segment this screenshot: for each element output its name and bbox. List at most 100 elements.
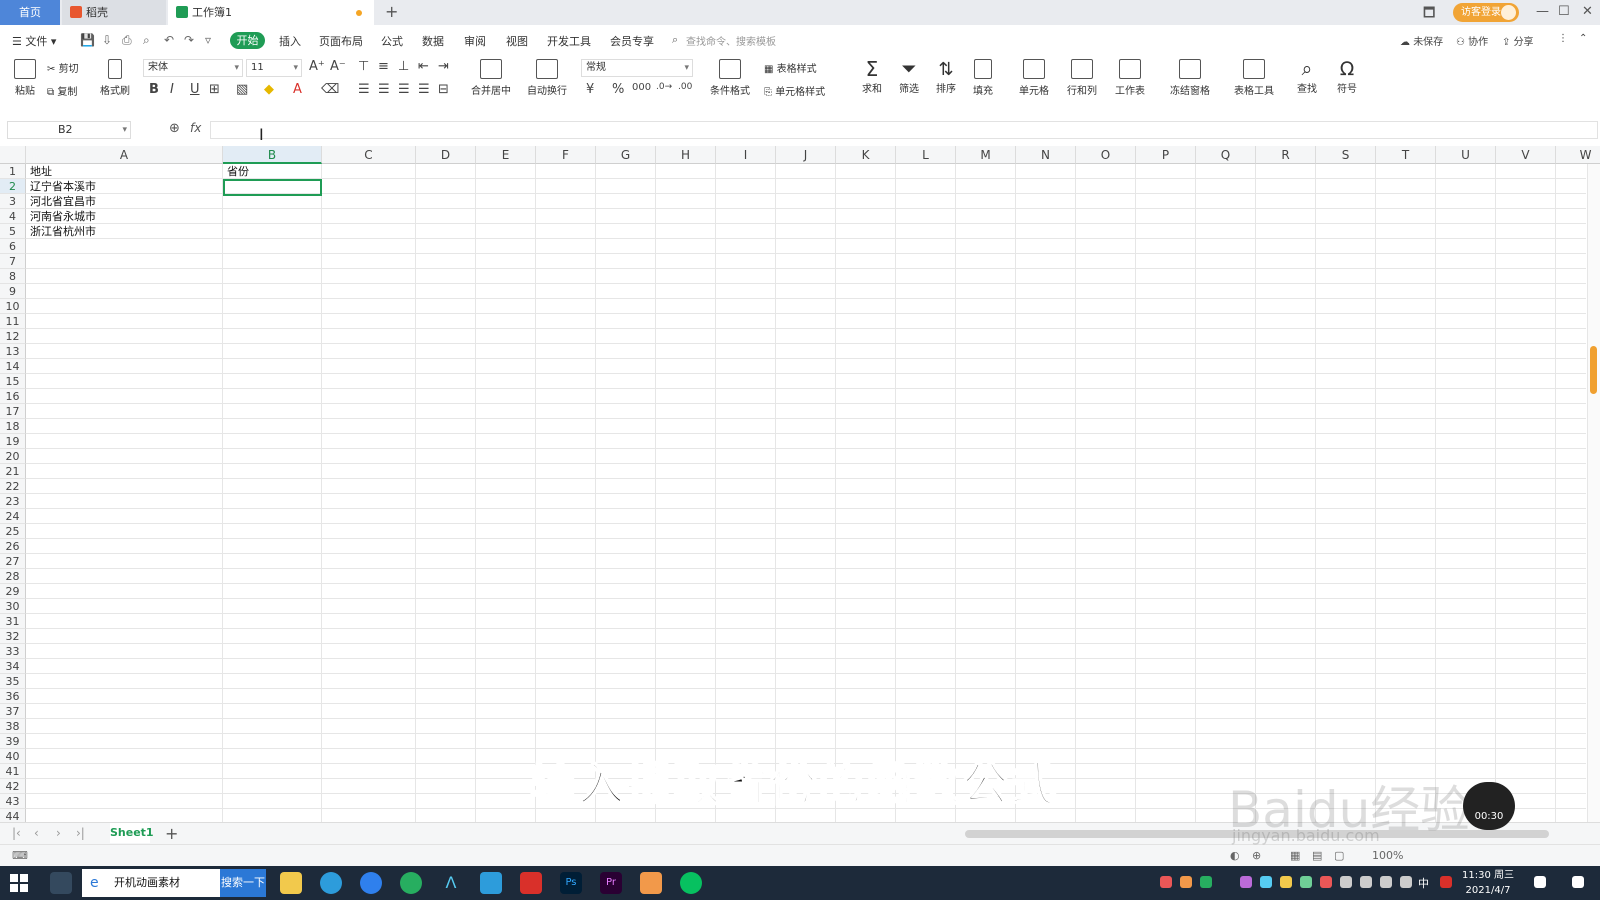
- row-col-button[interactable]: 行和列: [1062, 59, 1102, 97]
- row-header-20[interactable]: 20: [0, 449, 26, 464]
- row-header-33[interactable]: 33: [0, 644, 26, 659]
- normal-view-icon[interactable]: ▦: [1290, 849, 1300, 862]
- column-header-f[interactable]: F: [536, 146, 596, 164]
- row-header-32[interactable]: 32: [0, 629, 26, 644]
- notes-app-icon[interactable]: [640, 872, 662, 894]
- taskbar-search-input[interactable]: 开机动画素材: [82, 869, 220, 897]
- menu-view[interactable]: 视图: [506, 33, 528, 49]
- row-header-8[interactable]: 8: [0, 269, 26, 284]
- name-box[interactable]: B2: [7, 121, 131, 139]
- more-icon[interactable]: ⋮: [1558, 33, 1568, 44]
- row-header-38[interactable]: 38: [0, 719, 26, 734]
- cell-a1[interactable]: 地址: [26, 164, 223, 179]
- row-header-10[interactable]: 10: [0, 299, 26, 314]
- row-header-25[interactable]: 25: [0, 524, 26, 539]
- menu-member[interactable]: 会员专享: [610, 33, 654, 49]
- currency-icon[interactable]: ¥: [586, 82, 594, 97]
- symbol-button[interactable]: Ω 符号: [1332, 59, 1362, 96]
- formula-input[interactable]: [210, 121, 1598, 139]
- collab-button[interactable]: ⚇ 协作: [1456, 33, 1488, 48]
- column-header-m[interactable]: M: [956, 146, 1016, 164]
- customize-icon[interactable]: ▿: [205, 33, 211, 47]
- row-header-34[interactable]: 34: [0, 659, 26, 674]
- align-center-icon[interactable]: ☰: [378, 82, 390, 97]
- fx-icon[interactable]: fx: [190, 121, 201, 135]
- row-header-9[interactable]: 9: [0, 284, 26, 299]
- row-header-19[interactable]: 19: [0, 434, 26, 449]
- indent-increase-icon[interactable]: ⇥: [438, 59, 449, 74]
- 360-browser-icon[interactable]: [400, 872, 422, 894]
- preview-icon[interactable]: ⌕: [143, 33, 150, 48]
- wechat-icon[interactable]: [680, 872, 702, 894]
- redo-icon[interactable]: ↷: [184, 33, 194, 47]
- percent-icon[interactable]: %: [612, 82, 624, 97]
- row-header-12[interactable]: 12: [0, 329, 26, 344]
- column-header-d[interactable]: D: [416, 146, 476, 164]
- column-header-s[interactable]: S: [1316, 146, 1376, 164]
- cell-a3[interactable]: 河北省宜昌市: [26, 194, 223, 209]
- tray-wechat-icon[interactable]: [1200, 876, 1212, 888]
- menu-insert[interactable]: 插入: [279, 33, 301, 49]
- photoshop-icon[interactable]: Ps: [560, 872, 582, 894]
- column-header-g[interactable]: G: [596, 146, 656, 164]
- unsaved-button[interactable]: ☁ 未保存: [1400, 33, 1443, 48]
- conditional-format-button[interactable]: 条件格式: [706, 59, 754, 97]
- row-header-4[interactable]: 4: [0, 209, 26, 224]
- underline-icon[interactable]: U: [190, 82, 200, 97]
- column-header-v[interactable]: V: [1496, 146, 1556, 164]
- spreadsheet-grid[interactable]: ABCDEFGHIJKLMNOPQRSTUVW 1 2 3 4 5 6 7 8 9 10 11 12 1…: [0, 146, 1600, 822]
- row-header-21[interactable]: 21: [0, 464, 26, 479]
- format-painter-button[interactable]: 格式刷: [98, 59, 132, 97]
- file-explorer-icon[interactable]: [280, 872, 302, 894]
- row-header-36[interactable]: 36: [0, 689, 26, 704]
- copy-button[interactable]: ⧉ 复制: [47, 83, 77, 98]
- dingtalk-icon[interactable]: [480, 872, 502, 894]
- row-header-22[interactable]: 22: [0, 479, 26, 494]
- align-left-icon[interactable]: ☰: [358, 82, 370, 97]
- increase-decimal-icon[interactable]: .0→: [656, 82, 672, 92]
- wrap-text-button[interactable]: 自动换行: [524, 59, 570, 97]
- align-bottom-icon[interactable]: ⊥: [398, 59, 409, 74]
- volume-icon[interactable]: [1400, 876, 1412, 888]
- fill-color-icon[interactable]: ◆: [264, 82, 274, 97]
- find-button[interactable]: ⌕ 查找: [1292, 59, 1322, 96]
- notification-icon[interactable]: [1572, 876, 1584, 888]
- border-icon[interactable]: ⊞: [209, 82, 220, 97]
- row-header-23[interactable]: 23: [0, 494, 26, 509]
- shading-icon[interactable]: ▧: [236, 82, 248, 97]
- row-header-14[interactable]: 14: [0, 359, 26, 374]
- share-button[interactable]: ⇪ 分享: [1502, 33, 1534, 48]
- first-sheet-icon[interactable]: |‹: [12, 826, 21, 840]
- row-header-16[interactable]: 16: [0, 389, 26, 404]
- row-header-2[interactable]: 2: [0, 179, 26, 194]
- cut-button[interactable]: ✂ 剪切: [47, 60, 79, 75]
- sort-button[interactable]: ⇅ 排序: [931, 59, 961, 95]
- new-tab-button[interactable]: +: [385, 2, 398, 21]
- export-icon[interactable]: ⇩: [102, 33, 112, 47]
- row-header-1[interactable]: 1: [0, 164, 26, 179]
- row-header-11[interactable]: 11: [0, 314, 26, 329]
- cell-a5[interactable]: 浙江省杭州市: [26, 224, 223, 239]
- column-header-b[interactable]: B: [223, 146, 322, 164]
- row-header-40[interactable]: 40: [0, 749, 26, 764]
- print-icon[interactable]: ⎙: [122, 33, 132, 48]
- table-tools-button[interactable]: 表格工具: [1228, 59, 1280, 97]
- sogou-browser-icon[interactable]: [360, 872, 382, 894]
- tray-app-icon[interactable]: [1240, 876, 1252, 888]
- row-header-41[interactable]: 41: [0, 764, 26, 779]
- menu-data[interactable]: 数据: [422, 33, 444, 49]
- view-mode-icon[interactable]: ⊕: [1252, 849, 1261, 862]
- row-header-15[interactable]: 15: [0, 374, 26, 389]
- menu-review[interactable]: 审阅: [464, 33, 486, 49]
- tray-app-icon[interactable]: [1260, 876, 1272, 888]
- column-header-l[interactable]: L: [896, 146, 956, 164]
- zoom-formula-icon[interactable]: ⊕: [169, 121, 180, 136]
- row-header-29[interactable]: 29: [0, 584, 26, 599]
- zoom-level[interactable]: 100%: [1372, 849, 1403, 862]
- decrease-decimal-icon[interactable]: .00: [678, 82, 692, 92]
- paste-button[interactable]: 粘贴: [10, 59, 40, 97]
- table-style-button[interactable]: ▦ 表格样式: [764, 60, 817, 75]
- thousands-icon[interactable]: 000: [632, 82, 651, 93]
- row-header-26[interactable]: 26: [0, 539, 26, 554]
- tray-app-icon[interactable]: [1320, 876, 1332, 888]
